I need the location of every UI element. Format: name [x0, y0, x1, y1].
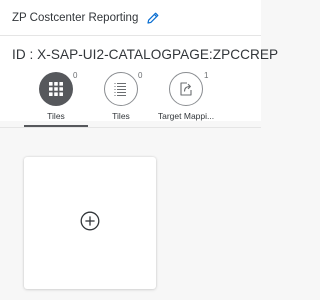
tab-label: Tiles [112, 111, 130, 121]
share-icon [169, 72, 203, 106]
title-divider [0, 35, 261, 36]
add-tile-button[interactable] [24, 157, 156, 289]
tab-tiles-grid[interactable]: 0 Tiles [21, 71, 91, 124]
tab-tiles-list[interactable]: 0 Tiles [86, 71, 156, 124]
header-divider [0, 127, 261, 128]
add-circle-icon [80, 211, 100, 236]
tab-label: Tiles [47, 111, 65, 121]
page-header: ZP Costcenter Reporting ID : X-SAP-UI2-C… [0, 0, 278, 127]
catalog-title: ZP Costcenter Reporting [12, 12, 139, 24]
pencil-icon[interactable] [146, 11, 160, 25]
tab-count: 1 [204, 71, 209, 80]
list-icon [104, 72, 138, 106]
tab-count: 0 [138, 71, 143, 80]
catalog-id: ID : X-SAP-UI2-CATALOGPAGE:ZPCCREP [12, 47, 279, 62]
title-row: ZP Costcenter Reporting [12, 11, 160, 25]
tab-target-mappings[interactable]: 1 Target Mappi... [151, 71, 221, 124]
tab-label: Target Mappi... [157, 111, 215, 121]
tab-count: 0 [73, 71, 78, 80]
grid-icon [39, 72, 73, 106]
